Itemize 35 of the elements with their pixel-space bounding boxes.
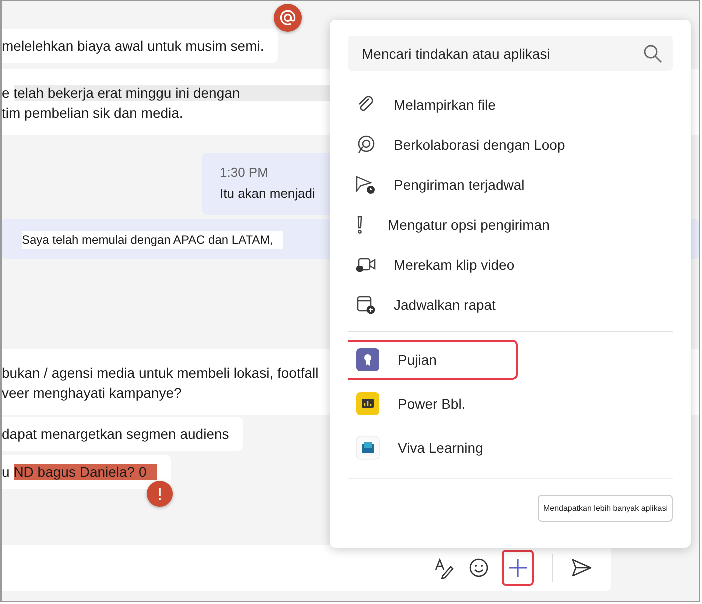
get-more-apps-button[interactable]: Mendapatkan lebih banyak aplikasi <box>538 495 673 522</box>
menu-item[interactable]: Jadwalkan rapat <box>348 285 673 325</box>
calendar-add-icon <box>356 295 376 315</box>
message-text: melelehkan biaya awal untuk musim semi. <box>2 38 264 54</box>
message-text: e <box>2 85 10 101</box>
loop-icon <box>356 135 376 155</box>
message-text: dapat menargetkan segmen audiens <box>2 426 230 442</box>
message-text: telah bekerja erat minggu ini dengan <box>14 85 330 101</box>
menu-item[interactable]: Pengiriman terjadwal <box>348 165 673 205</box>
message-text: Saya telah memulai dengan APAC dan LATAM, <box>22 231 284 249</box>
send-icon[interactable] <box>571 557 593 579</box>
message-text: u <box>2 464 10 480</box>
search-field[interactable]: Mencari tindakan atau aplikasi <box>348 36 673 71</box>
message-text: ND bagus Daniela? 0 <box>14 464 157 480</box>
search-icon <box>643 44 663 64</box>
message-text: veer menghayati kampanye? <box>2 385 182 401</box>
message-text: Itu akan menjadi <box>220 186 316 201</box>
menu-item[interactable]: Melampirkan file <box>348 85 673 125</box>
menu-item[interactable]: Merekam klip video <box>348 245 673 285</box>
at-sign-icon <box>279 9 297 27</box>
message-text: bukan / agensi media untuk membeli lokasi, footfall <box>2 365 319 381</box>
app-item[interactable]: Power Bbl. <box>348 384 518 424</box>
add-button[interactable] <box>502 550 534 586</box>
message-time: 1:30 PM <box>220 165 270 180</box>
exclamation-icon <box>356 215 364 235</box>
plus-icon <box>507 557 529 579</box>
scheduled-send-icon <box>356 175 376 195</box>
emoji-icon[interactable] <box>468 557 490 579</box>
menu-item[interactable]: Mengatur opsi pengiriman <box>348 205 673 245</box>
book-icon <box>356 436 380 460</box>
app-item[interactable]: Viva Learning <box>348 428 518 468</box>
format-icon[interactable] <box>434 557 456 579</box>
menu-item[interactable]: Berkolaborasi dengan Loop <box>348 125 673 165</box>
app-item[interactable]: Pujian <box>348 340 518 380</box>
message-text: tim pembelian sik dan media. <box>2 105 184 121</box>
